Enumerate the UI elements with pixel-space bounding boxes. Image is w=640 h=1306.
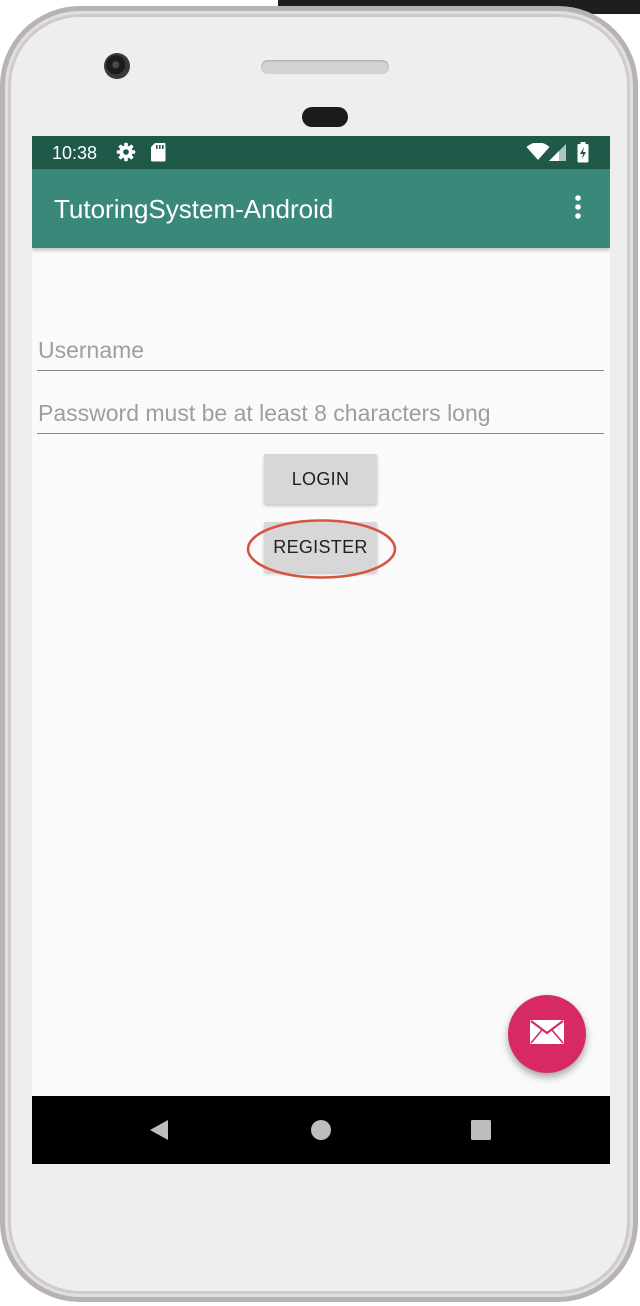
password-placeholder: Password must be at least 8 characters l… xyxy=(38,400,491,426)
password-field[interactable]: Password must be at least 8 characters l… xyxy=(37,392,604,434)
username-placeholder: Username xyxy=(38,337,145,363)
sd-card-icon xyxy=(150,142,166,167)
recents-square-icon[interactable] xyxy=(469,1118,493,1142)
app-toolbar: TutoringSystem-Android xyxy=(32,169,610,248)
cell-signal-icon xyxy=(549,144,567,166)
login-button[interactable]: LOGIN xyxy=(264,454,377,504)
username-field[interactable]: Username xyxy=(37,330,604,371)
mail-fab-button[interactable] xyxy=(508,995,586,1073)
status-time: 10:38 xyxy=(52,143,98,163)
wifi-icon xyxy=(526,142,550,166)
home-circle-icon[interactable] xyxy=(309,1118,333,1142)
status-bar: 10:38 xyxy=(32,136,610,169)
proximity-sensor xyxy=(302,107,348,127)
back-triangle-icon[interactable] xyxy=(147,1118,171,1142)
highlight-circle-annotation xyxy=(246,519,397,579)
device-screen: 10:38 TutoringSystem-Android Username Pa… xyxy=(32,136,610,1164)
battery-charging-icon xyxy=(577,142,589,168)
front-camera xyxy=(104,53,130,79)
system-navigation-bar xyxy=(32,1096,610,1164)
app-title: TutoringSystem-Android xyxy=(54,194,334,224)
mail-icon xyxy=(529,1019,565,1050)
more-vert-icon[interactable] xyxy=(568,193,588,223)
earpiece-speaker xyxy=(261,60,389,74)
settings-gear-icon xyxy=(116,142,136,167)
